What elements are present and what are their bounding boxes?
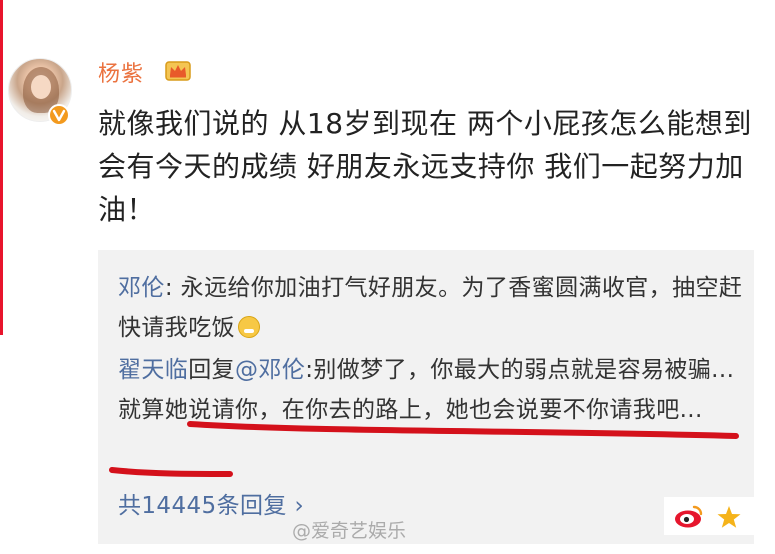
comment-item[interactable]: 翟天临回复@邓伦:别做梦了，你最大的弱点就是容易被骗...就算她说请你，在你去的… [118,350,748,430]
avatar-face [31,75,51,99]
username[interactable]: 杨紫 [98,56,144,88]
vip-badge-icon [48,104,70,126]
comment-item[interactable]: 邓伦: 永远给你加油打气好朋友。为了香蜜圆满收官，抽空赶快请我吃饭 [118,268,748,348]
star-icon [717,506,741,528]
post-text: 就像我们说的 从18岁到现在 两个小屁孩怎么能想到会有今天的成绩 好朋友永远支持… [98,107,752,226]
weibo-eye-icon [675,505,703,528]
comment-author[interactable]: 邓伦 [118,275,165,301]
crown-icon [165,61,191,81]
comment-author[interactable]: 翟天临 [118,357,188,383]
comment-text: : 永远给你加油打气好朋友。为了香蜜圆满收官，抽空赶快请我吃饭 [118,275,743,341]
left-accent-bar [0,0,3,335]
mention-link[interactable]: @邓伦 [235,357,305,383]
grin-emoji-icon [238,316,260,338]
more-replies-link[interactable]: 共14445条回复 › [118,486,304,520]
reply-label: 回复 [188,357,236,383]
watermark: @爱奇艺娱乐 [292,520,407,542]
weibo-logo-icon [664,497,754,535]
